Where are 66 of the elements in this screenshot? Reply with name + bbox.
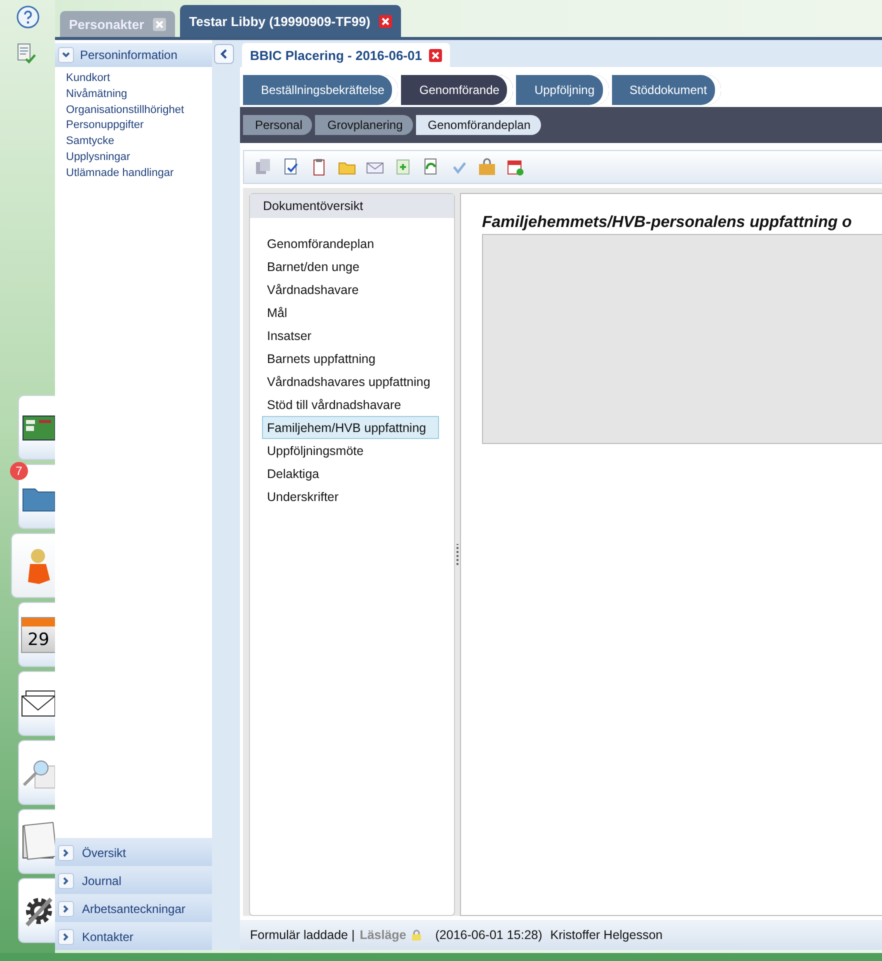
step-tab[interactable]: Stöddokument (612, 75, 721, 105)
document-section-link[interactable]: Vårdnadshavare (262, 278, 364, 301)
launcher-button[interactable] (18, 671, 55, 736)
calendar-icon: 29 (21, 616, 55, 652)
timestamp: (2016-06-01 15:28) (435, 928, 542, 942)
sidebar-link[interactable]: Organisationstillhörighet (66, 102, 212, 118)
document-check-icon[interactable] (16, 43, 36, 65)
document-section-link[interactable]: Stöd till vårdnadshavare (262, 393, 406, 416)
chevron-right-icon (58, 901, 74, 917)
substep-tab[interactable]: Genomförandeplan (416, 115, 540, 135)
window-tab[interactable]: Testar Libby (19990909-TF99) (180, 5, 402, 37)
chevron-right-icon (58, 873, 74, 889)
document-section-link[interactable]: Vårdnadshavares uppfattning (262, 370, 436, 393)
document-section-link[interactable]: Insatser (262, 324, 316, 347)
chevron-down-icon (58, 47, 74, 63)
collapse-button[interactable] (214, 44, 234, 64)
help-icon[interactable] (16, 5, 40, 29)
document-plus-icon[interactable] (394, 158, 412, 176)
sidebar-link[interactable]: Utlämnade handlingar (66, 166, 212, 182)
chevron-left-icon (219, 49, 229, 59)
document-section-link[interactable]: Mål (262, 301, 292, 324)
document-section-link[interactable]: Uppföljningsmöte (262, 439, 369, 462)
step-tab[interactable]: Genomförande (401, 75, 514, 105)
document-section-link[interactable]: Barnet/den unge (262, 255, 364, 278)
document-tab[interactable]: BBIC Placering - 2016-06-01 (242, 43, 450, 67)
tab-title: BBIC Placering - 2016-06-01 (250, 48, 422, 62)
substep-tab[interactable]: Grovplanering (315, 115, 413, 135)
sidebar-section[interactable]: Översikt (55, 840, 212, 866)
tab-title: Testar Libby (19990909-TF99) (189, 14, 370, 28)
sidebar-link[interactable]: Kundkort (66, 71, 212, 87)
launcher-button[interactable]: 29 (18, 602, 55, 667)
tab-title: Personakter (69, 16, 144, 32)
notification-badge: 7 (10, 462, 28, 480)
mode-label: Läsläge (360, 928, 406, 942)
splitter-handle[interactable] (455, 544, 460, 566)
document-check-icon[interactable] (282, 158, 300, 176)
sidebar-link[interactable]: Upplysningar (66, 150, 212, 166)
panel-title: Dokumentöversikt (250, 194, 454, 218)
sidebar-section[interactable]: Journal (55, 868, 212, 894)
section-heading: Familjehemmets/HVB-personalens uppfattning o (482, 214, 853, 232)
launcher-button[interactable] (18, 878, 55, 943)
sidebar-section[interactable]: Kontakter (55, 924, 212, 950)
launcher-button[interactable] (18, 464, 55, 529)
chevron-right-icon (58, 929, 74, 945)
lock-icon (411, 929, 422, 941)
calendar-add-icon[interactable] (506, 158, 524, 176)
document-section-link[interactable]: Familjehem/HVB uppfattning (262, 416, 439, 439)
document-section-link[interactable]: Genomförandeplan (262, 232, 380, 255)
step-tab[interactable]: Uppföljning (516, 75, 609, 105)
document-section-link[interactable]: Underskrifter (262, 485, 344, 508)
user-name: Kristoffer Helgesson (550, 928, 663, 942)
chevron-right-icon (58, 845, 74, 861)
sidebar-link[interactable]: Nivåmätning (66, 86, 212, 103)
launcher-button[interactable] (18, 395, 55, 460)
lock-folder-icon[interactable] (478, 158, 496, 176)
document-section-link[interactable]: Delaktiga (262, 462, 324, 485)
sidebar-link[interactable]: Samtycke (66, 134, 212, 150)
document-section-link[interactable]: Barnets uppfattning (262, 347, 380, 370)
sidebar-section[interactable]: Arbetsanteckningar (55, 896, 212, 922)
step-tab[interactable]: Beställningsbekräftelse (243, 75, 398, 105)
substep-tab[interactable]: Personal (243, 115, 312, 135)
close-icon[interactable] (428, 48, 442, 62)
close-icon[interactable] (379, 14, 392, 28)
sidebar-header[interactable]: Personinformation (55, 43, 212, 67)
status-text: Formulär laddade | (250, 928, 355, 942)
sidebar-link[interactable]: Personuppgifter (66, 118, 212, 134)
